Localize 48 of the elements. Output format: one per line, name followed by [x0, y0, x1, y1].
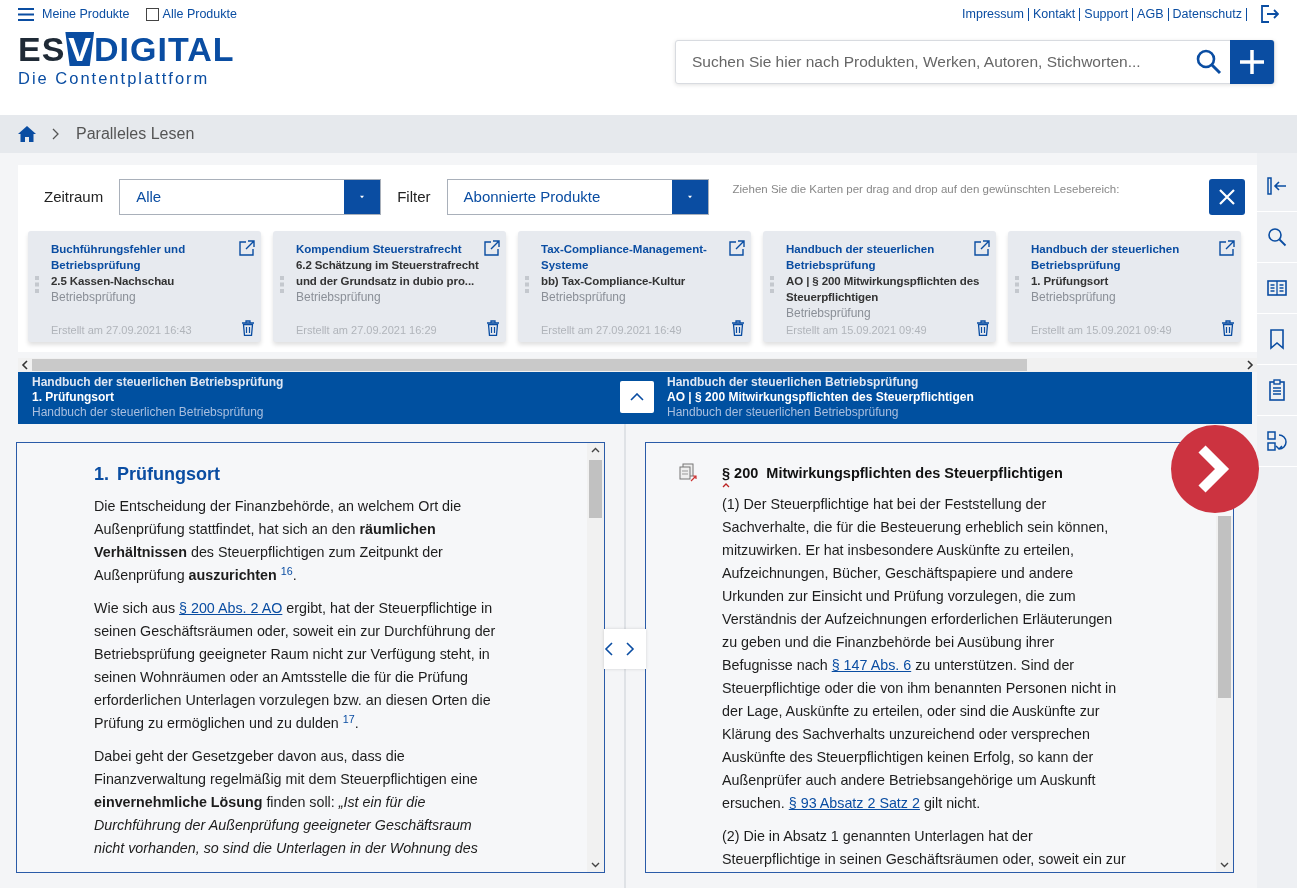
card-section: 1. Prüfungsort	[1031, 273, 1225, 289]
text-link[interactable]: § 93 Absatz 2 Satz 2	[788, 795, 920, 811]
card-title: Tax-Compliance-Management-Systeme	[541, 242, 708, 273]
footer-link[interactable]: Kontakt	[1032, 4, 1076, 24]
paragraph: (2) Die in Absatz 1 genannten Unterlagen hat der Steuerpflichtige in seinen Geschäftsräumen oder, soweit ein zur	[722, 827, 1127, 869]
heading-number: 1.	[94, 463, 109, 486]
footer-link[interactable]: Datenschutz	[1172, 4, 1242, 24]
breadcrumb-item: Paralleles Lesen	[76, 124, 195, 144]
section-heading: Prüfungsort	[117, 463, 220, 486]
card-section: 6.2 Schätzung im Steuerstrafrecht und der Grundsatz in dubio pro...	[296, 257, 490, 289]
section-title: AO | § 200 Mitwirkungspflichten des Steuerpflichtigen	[667, 390, 975, 405]
text-link[interactable]: § 147 Abs. 6	[831, 657, 912, 673]
text-link[interactable]: § 200 Abs. 2 AO	[179, 600, 283, 616]
paragraph: Wie sich aus § 200 Abs. 2 AO ergibt, hat der Steuerpflichtige in seinen Geschäftsräumen oder, soweit ein zur Durchführung der Betriebsprüfung geeigneter Raum nicht zur Verfügung steht, in seinen Wohnräumen oder an Amtsstelle die für die Prüfung erforderlichen Unterlagen vorzulegen bzw. an diesen Orten die Prüfung zu ermöglichen und zu dulden $^{17}$.	[94, 599, 497, 733]
footer-link[interactable]: AGB	[1137, 4, 1164, 24]
card-section: bb) Tax-Compliance-Kultur	[541, 273, 735, 289]
card-title: Buchführungsfehler und Betriebsprüfung	[51, 242, 187, 273]
card-title: Kompendium Steuerstrafrecht	[296, 242, 463, 257]
card-title: Handbuch der steuerlichen Betriebsprüfung	[1031, 242, 1181, 273]
section-heading: Mitwirkungspflichten des Steuerpflichtigen	[766, 464, 1063, 483]
footer-link[interactable]: Support	[1084, 4, 1129, 24]
hint-text: Ziehen Sie die Karten per drag and drop auf den gewünschten Lesebereich:	[732, 182, 1121, 197]
logo[interactable]: ESVDIGITAL Die Contentplattform	[18, 32, 235, 91]
section-title: 1. Prüfungsort	[32, 390, 115, 405]
card-category: Betriebsprüfung	[1031, 289, 1117, 305]
section-number: § 200	[722, 464, 759, 483]
work-subtitle: Handbuch der steuerlichen Betriebsprüfung	[32, 405, 265, 420]
filter-label: Filter	[397, 186, 431, 207]
card-section: AO | § 200 Mitwirkungspflichten des Steuerpflichtigen	[786, 273, 980, 305]
work-title: Handbuch der steuerlichen Betriebsprüfung	[32, 375, 285, 390]
paragraph: Dabei geht der Gesetzgeber davon aus, dass die Finanzverwaltung regelmäßig mit dem Steuerpflichtigen eine einvernehmliche Lösung finden soll: „Ist ein für die Durchführung der Außenprüfung geeigneter Geschäftsraum nicht vorhanden, so sind die Unterlagen in der Wohnung des	[94, 747, 479, 858]
work-title: Handbuch der steuerlichen Betriebsprüfung	[667, 375, 920, 390]
paragraph: Die Entscheidung der Finanzbehörde, an welchem Ort die Außenprüfung stattfindet, hat sich an den räumlichen Verhältnissen des Steuerpflichtigen zum Zeitpunkt der Außenprüfung auszurichten $^{16}$.	[94, 497, 463, 585]
dropdown[interactable]: Abonnierte Produkte	[446, 179, 709, 215]
card-category: Betriebsprüfung	[51, 289, 137, 305]
paragraph: (1) Der Steuerpflichtige hat bei der Feststellung der Sachverhalte, die für die Besteuerung erheblich sein können, mitzuwirken. Er hat insbesondere Auskünfte zu erteilen, Aufzeichnungen, Bücher, Geschäftspapiere und andere Urkunden zur Einsicht und Prüfung vorzulegen, die zum Verständnis der Aufzeichnungen erforderlichen Erläuterungen zu geben und die Finanzbehörde bei Ausübung ihrer Befugnisse nach § 147 Abs. 6 zu unterstützen. Sind der Steuerpflichtige oder die von ihm benannten Personen nicht in der Lage, Auskünfte zu erteilen, oder sind die Auskünfte zur Klärung des Sachverhalts unzureichend oder versprechen Auskünfte des Steuerpflichtigen keinen Erfolg, so kann der Außenprüfer auch andere Betriebsangehörige um Auskunft ersuchen. § 93 Absatz 2 Satz 2 gilt nicht.	[722, 495, 1118, 813]
card-title: Handbuch der steuerlichen Betriebsprüfung	[786, 242, 936, 273]
work-subtitle: Handbuch der steuerlichen Betriebsprüfung	[667, 405, 900, 420]
search-field[interactable]: Suchen Sie hier nach Produkten, Werken, Autoren, Stichworten...	[675, 40, 1275, 84]
filter-label: Zeitraum	[44, 186, 104, 207]
menu-link[interactable]: Meine Produkte	[18, 4, 130, 24]
card-category: Betriebsprüfung	[541, 289, 627, 305]
card-category: Betriebsprüfung	[296, 289, 382, 305]
card-section: 2.5 Kassen-Nachschau	[51, 273, 245, 289]
footer-link[interactable]: Impressum	[962, 4, 1024, 24]
dropdown[interactable]: Alle	[119, 179, 382, 215]
card-category: Betriebsprüfung	[786, 305, 872, 321]
checkbox-label[interactable]: Alle Produkte	[145, 4, 237, 24]
